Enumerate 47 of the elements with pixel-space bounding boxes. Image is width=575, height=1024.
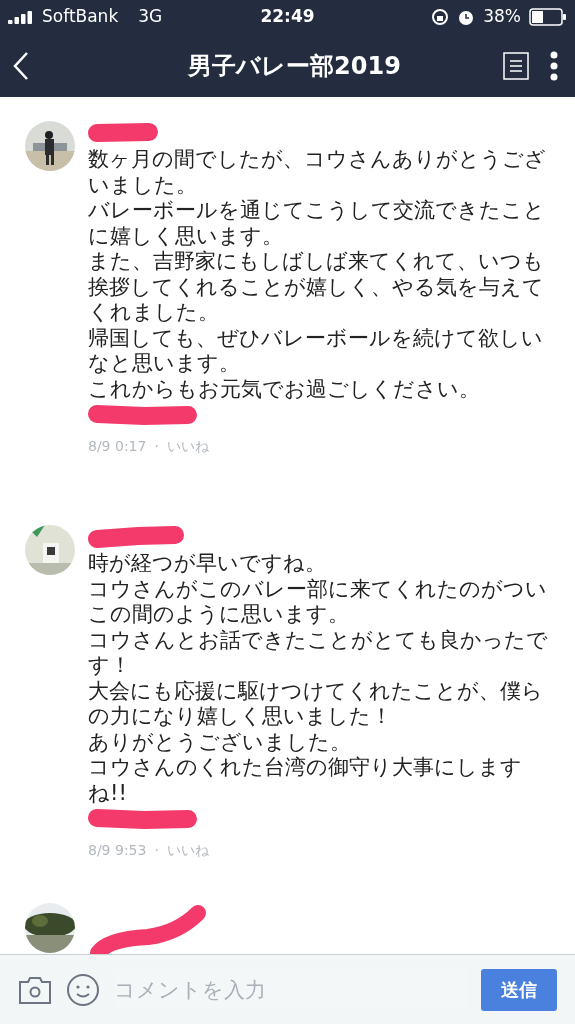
comment-text-line: 帰国しても、ぜひバレーボールを続けて欲しい <box>88 325 544 351</box>
send-button[interactable]: 送信 <box>481 968 557 1011</box>
comment-text-line: ね!! <box>88 780 128 806</box>
comment-text-line: 時が経つが早いですね。 <box>88 551 327 577</box>
comment-text-line: また、吉野家にもしばしば来てくれて、いつも <box>88 249 545 275</box>
notes-button[interactable] <box>503 51 529 80</box>
more-button[interactable] <box>549 50 559 81</box>
signal-icon <box>8 10 34 24</box>
alarm-icon <box>457 8 476 26</box>
rotation-lock-icon <box>431 8 450 26</box>
separator-dot: · <box>154 841 159 860</box>
comment-text-line: コウさんがこのバレー部に来てくれたのがつい <box>88 576 548 602</box>
comment-text-line: ありがとうございました。 <box>88 729 352 755</box>
comment-text-line: バレーボールを通じてこうして交流できたこと <box>88 198 546 224</box>
network-type: 3G <box>138 5 163 29</box>
comment-bar[interactable]: コメントを入力 送信 <box>0 954 575 1024</box>
camera-button[interactable] <box>18 974 52 1005</box>
comment-text-line: いました。 <box>88 172 198 198</box>
comment-text-line: す！ <box>88 653 132 679</box>
chevron-left-icon <box>12 50 30 81</box>
emoji-button[interactable] <box>66 972 100 1007</box>
comment-text-line: なと思います。 <box>88 351 241 377</box>
comment-text-line: の力になり嬉しく思いました！ <box>88 704 393 730</box>
redaction-mark <box>88 121 158 145</box>
carrier-name: SoftBank <box>42 5 119 29</box>
comment-text-line: 大会にも応援に駆けつけてくれたことが、僕ら <box>88 678 544 704</box>
clock-time: 22:49 <box>259 5 316 29</box>
comment-text-line: に嬉しく思います。 <box>88 223 284 249</box>
comment-text-line: これからもお元気でお過ごしください。 <box>88 376 481 402</box>
comment-time: 8/9 0:17 <box>88 437 147 456</box>
comment-text-line: この間のように思います。 <box>88 602 350 628</box>
separator-dot: · <box>154 437 159 456</box>
more-icon <box>549 50 559 81</box>
like-link[interactable]: いいね <box>166 436 209 457</box>
comment-text-line: 挨拶してくれることが嬉しく、やる気を与えて <box>88 274 545 300</box>
comment-time: 8/9 9:53 <box>88 841 147 860</box>
smiley-icon <box>66 972 100 1007</box>
chat-title: 男子バレー部2019 <box>186 50 402 82</box>
comment-text-line: コウさんとお話できたことがとても良かったで <box>88 627 548 653</box>
comment-text-line: くれました。 <box>88 300 220 326</box>
comment-text-line: 数ヶ月の間でしたが、コウさんありがとうござ <box>88 147 546 173</box>
list-icon <box>503 51 529 80</box>
comment-text-line: コウさんのくれた台湾の御守り大事にします <box>88 755 523 781</box>
like-link[interactable]: いいね <box>166 840 209 861</box>
camera-icon <box>18 974 52 1005</box>
battery-icon <box>529 8 567 26</box>
battery-percent: 38% <box>483 5 521 29</box>
